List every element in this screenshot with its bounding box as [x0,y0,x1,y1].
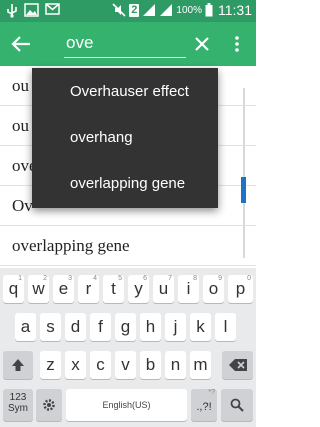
key-hint: 3 [68,275,72,282]
gear-icon [43,399,55,411]
battery-icon [205,3,213,17]
key-n[interactable]: n [165,351,186,379]
search-input-underline [64,57,186,58]
mute-icon [112,3,126,17]
key-hint: 5 [118,275,122,282]
space-key[interactable]: English(US) [66,389,187,421]
status-bar: 2 100% 11:31 [0,0,256,22]
list-item-label: ou [12,116,29,135]
key-hint: 4 [93,275,97,282]
key-k[interactable]: k [190,313,211,341]
key-u[interactable]: u7 [153,275,174,303]
settings-key[interactable] [36,389,62,421]
sim-badge: 2 [129,3,140,17]
key-p[interactable]: p0 [228,275,253,303]
signal-icon [143,4,156,16]
list-item-label: overlapping gene [12,236,130,255]
key-t[interactable]: t5 [103,275,124,303]
more-vert-icon[interactable] [232,34,242,54]
list-item[interactable]: overlapping gene [0,226,256,266]
key-s[interactable]: s [40,313,61,341]
key-l[interactable]: l [215,313,236,341]
list-item-label: Ov [12,196,33,215]
system-icons: 2 100% 11:31 [112,2,252,18]
image-icon [24,3,39,17]
key-hint: 8 [193,275,197,282]
backspace-icon [228,359,247,371]
clear-icon[interactable] [192,34,212,54]
key-q[interactable]: q1 [3,275,24,303]
suggestion-label: overhang [70,129,133,146]
key-hint: 9 [218,275,222,282]
key-m[interactable]: m [190,351,211,379]
key-v[interactable]: v [115,351,136,379]
key-f[interactable]: f [90,313,111,341]
punctuation-key-label: .,?! [196,401,212,413]
suggestion-item[interactable]: overhang [32,115,218,161]
suggestion-item[interactable]: Overhauser effect [32,69,218,115]
key-hint: 2 [43,275,47,282]
search-input[interactable]: ove [66,33,93,53]
key-z[interactable]: z [40,351,61,379]
key-hint: 6 [143,275,147,282]
backspace-key[interactable] [222,351,253,379]
suggestion-item[interactable]: overlapping gene [32,161,218,207]
space-key-label: English(US) [102,400,151,410]
key-y[interactable]: y6 [128,275,149,303]
signal-icon [160,4,173,16]
search-icon [230,398,244,412]
key-i[interactable]: i8 [178,275,199,303]
shift-key[interactable] [3,351,33,379]
key-o[interactable]: o9 [203,275,224,303]
usb-icon [7,4,17,18]
search-key[interactable] [221,389,253,421]
punctuation-key[interactable]: .,?! *? [191,389,217,421]
key-d[interactable]: d [65,313,86,341]
key-e[interactable]: e3 [53,275,74,303]
list-item-label: ou [12,76,29,95]
search-toolbar: ove [0,22,256,66]
key-hint: 7 [168,275,172,282]
symbols-key[interactable]: 123 Sym [3,389,33,421]
key-hint: 0 [247,275,251,282]
key-g[interactable]: g [115,313,136,341]
key-a[interactable]: a [15,313,36,341]
mail-icon [45,3,60,15]
key-b[interactable]: b [140,351,161,379]
key-h[interactable]: h [140,313,161,341]
key-j[interactable]: j [165,313,186,341]
suggestion-label: overlapping gene [70,175,186,192]
suggestion-dropdown: Overhauser effect overhang overlapping g… [32,68,218,208]
key-hint: 1 [18,275,22,282]
key-x[interactable]: x [65,351,86,379]
key-hint: *? [208,389,215,396]
key-c[interactable]: c [90,351,111,379]
scrollbar-track[interactable] [243,88,245,258]
clock: 11:31 [218,2,252,18]
battery-percent: 100% [176,4,202,16]
back-arrow-icon[interactable] [10,34,32,54]
key-w[interactable]: w2 [28,275,49,303]
soft-keyboard: q1 w2 e3 r4 t5 y6 u7 i8 o9 p0 a s d f g … [0,268,256,427]
suggestion-label: Overhauser effect [70,83,189,100]
key-r[interactable]: r4 [78,275,99,303]
notification-icons [6,3,60,18]
shift-icon [12,359,24,371]
scrollbar-thumb[interactable] [241,177,246,203]
